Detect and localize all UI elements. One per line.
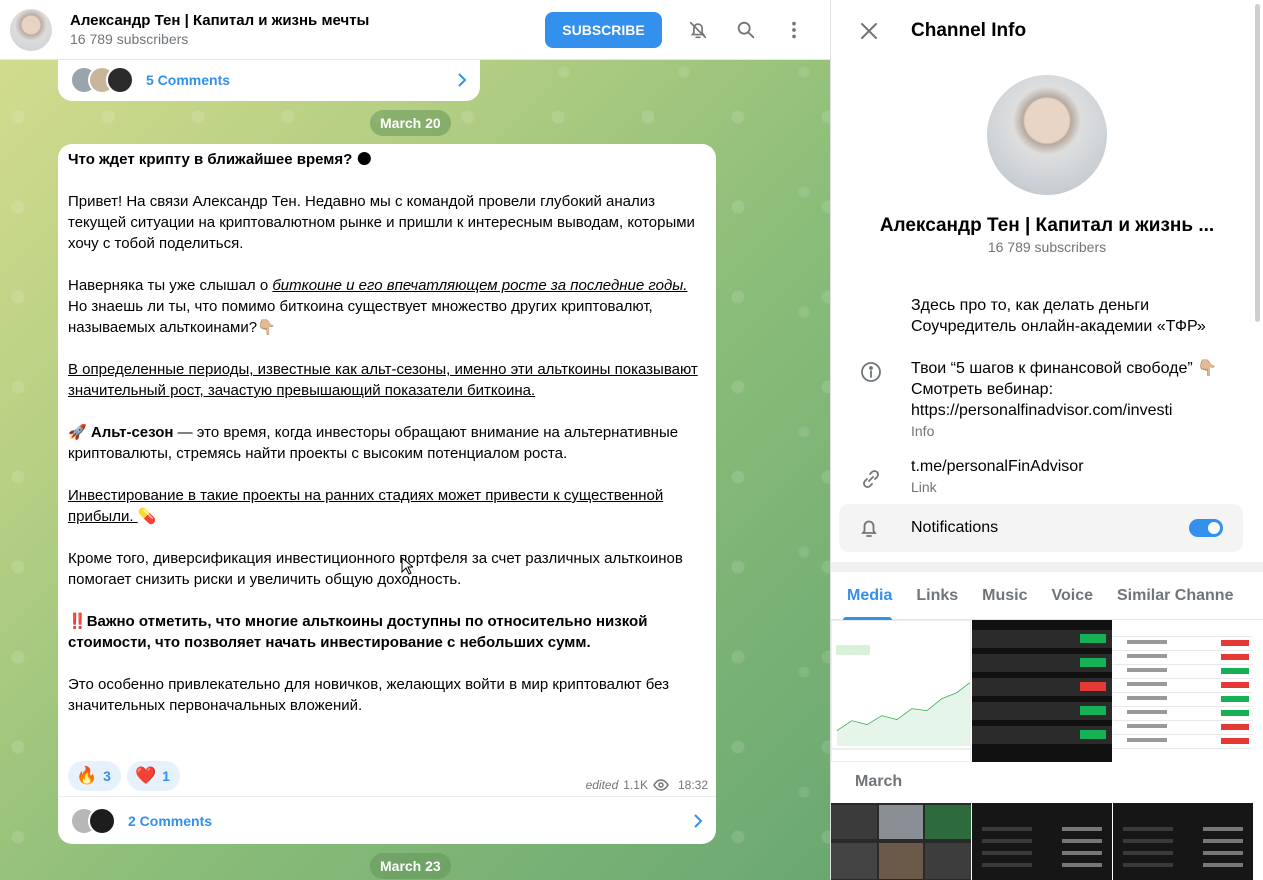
fire-emoji-icon: 🔥: [76, 766, 98, 785]
edited-label: edited: [585, 778, 619, 792]
media-grid: [831, 620, 1253, 762]
media-thumbnail[interactable]: [831, 803, 971, 880]
post-paragraph: В определенные периоды, известные как ал…: [68, 361, 698, 399]
tab-links[interactable]: Links: [904, 572, 970, 620]
post-link[interactable]: биткоине и его впечатляющем росте за пос…: [272, 277, 687, 294]
chevron-right-icon: [458, 72, 467, 87]
avatar: [106, 65, 134, 94]
rocket-emoji-icon: 🚀: [68, 424, 91, 441]
post-meta: edited 1.1K 18:32: [586, 778, 708, 792]
info-header: Channel Info: [831, 0, 1263, 62]
bell-icon: [839, 517, 899, 539]
media-tabs: Media Links Music Voice Similar Channe: [831, 572, 1263, 620]
info-row[interactable]: Твои “5 шагов к финансовой свободе” 👇🏼 С…: [831, 358, 1251, 439]
notifications-row[interactable]: Notifications: [839, 504, 1243, 552]
media-thumbnail[interactable]: [1113, 803, 1253, 880]
comments-link[interactable]: 2 Comments: [128, 813, 690, 829]
tab-media[interactable]: Media: [831, 572, 904, 620]
date-separator: March 20: [370, 110, 451, 136]
view-count: 1.1K: [623, 778, 648, 792]
post-paragraph: Кроме того, диверсификация инвестиционно…: [68, 550, 683, 588]
mouse-cursor-icon: [401, 557, 413, 575]
channel-avatar[interactable]: [10, 8, 52, 51]
comments-link[interactable]: 5 Comments: [146, 72, 454, 88]
subscriber-count: 16 789 subscribers: [70, 30, 189, 47]
channel-name: Александр Тен | Капитал и жизнь мечты: [70, 11, 370, 29]
post-comments[interactable]: 2 Comments: [58, 796, 716, 844]
previous-post-comments[interactable]: 5 Comments: [58, 58, 480, 101]
reactions: 🔥 3 ❤️ 1: [68, 761, 180, 791]
post-title: Что ждет крипту в ближайшее время?: [68, 151, 353, 168]
channel-title-block[interactable]: Александр Тен | Капитал и жизнь мечты 16…: [70, 12, 545, 48]
reaction-fire[interactable]: 🔥 3: [68, 761, 121, 791]
channel-avatar-large[interactable]: [987, 75, 1107, 195]
info-url[interactable]: https://personalfinadvisor.com/investi: [911, 400, 1217, 421]
description-line: Здесь про то, как делать деньги: [911, 297, 1150, 314]
post-paragraph: ‼️Важно отметить, что многие альткоины д…: [68, 613, 648, 651]
tab-similar-channels[interactable]: Similar Channe: [1105, 572, 1245, 620]
search-icon[interactable]: [734, 18, 758, 42]
link-row[interactable]: t.me/personalFinAdvisor Link: [831, 456, 1251, 495]
subscriber-count: 16 789 subscribers: [987, 239, 1107, 255]
media-month-label: March: [855, 773, 903, 790]
globe-emoji-icon: 🌑: [352, 151, 373, 168]
media-grid: [831, 803, 1253, 880]
notifications-label: Notifications: [911, 519, 999, 536]
info-line: Твои “5 шагов к финансовой свободе” 👇🏼: [911, 360, 1218, 377]
channel-info-panel: Channel Info Александр Тен | Капитал и ж…: [830, 0, 1263, 880]
link-label: Link: [911, 479, 937, 495]
info-line: Смотреть вебинар:: [911, 381, 1054, 398]
post-paragraph: Привет! На связи Александр Тен. Недавно …: [68, 193, 695, 252]
post-text: Что ждет крипту в ближайшее время? 🌑 При…: [58, 144, 716, 716]
info-circle-icon: [831, 358, 911, 439]
pointing-down-emoji-icon: 👇🏼: [257, 319, 276, 336]
avatar: [88, 806, 116, 835]
reaction-heart[interactable]: ❤️ 1: [126, 761, 180, 791]
commenter-avatars: [70, 65, 134, 94]
description-line: Соучредитель онлайн-академии «ТФР»: [911, 318, 1206, 335]
channel-link[interactable]: t.me/personalFinAdvisor: [911, 456, 1084, 477]
subscribe-button[interactable]: SUBSCRIBE: [545, 11, 662, 48]
divider: [831, 562, 1263, 572]
link-icon: [831, 456, 911, 495]
media-thumbnail[interactable]: [831, 620, 971, 762]
mute-bell-icon[interactable]: [686, 18, 710, 42]
channel-description: Здесь про то, как делать деньги Соучреди…: [831, 295, 1251, 337]
channel-name: Александр Тен | Капитал и жизнь ...: [879, 215, 1215, 236]
scrollbar[interactable]: [1255, 4, 1260, 322]
more-menu-icon[interactable]: [782, 18, 806, 42]
channel-post[interactable]: Что ждет крипту в ближайшее время? 🌑 При…: [58, 144, 716, 844]
close-icon[interactable]: [857, 19, 881, 43]
notifications-toggle[interactable]: [1189, 519, 1223, 537]
exclamation-emoji-icon: ‼️: [68, 613, 87, 630]
info-label: Info: [911, 423, 935, 439]
tab-music[interactable]: Music: [970, 572, 1039, 620]
post-paragraph: Инвестирование в такие проекты на ранних…: [68, 487, 664, 525]
post-paragraph: Это особенно привлекательно для новичков…: [68, 676, 670, 714]
tab-voice[interactable]: Voice: [1039, 572, 1105, 620]
media-thumbnail[interactable]: [1113, 620, 1253, 762]
panel-title: Channel Info: [911, 20, 1027, 41]
media-thumbnail[interactable]: [972, 803, 1112, 880]
heart-emoji-icon: ❤️: [134, 766, 157, 785]
post-paragraph: 🚀 Альт-сезон — это время, когда инвестор…: [68, 424, 679, 462]
chat-area: Александр Тен | Капитал и жизнь мечты 16…: [0, 0, 830, 880]
chat-header[interactable]: Александр Тен | Капитал и жизнь мечты 16…: [0, 0, 830, 60]
post-time: 18:32: [677, 778, 708, 792]
eye-icon: [653, 779, 669, 791]
post-paragraph: Наверняка ты уже слышал о биткоине и его…: [68, 277, 688, 336]
media-thumbnail[interactable]: [972, 620, 1112, 762]
chevron-right-icon: [694, 813, 703, 828]
commenter-avatars: [70, 806, 116, 835]
date-separator: March 23: [370, 853, 451, 879]
pill-emoji-icon: 💊: [137, 508, 157, 525]
